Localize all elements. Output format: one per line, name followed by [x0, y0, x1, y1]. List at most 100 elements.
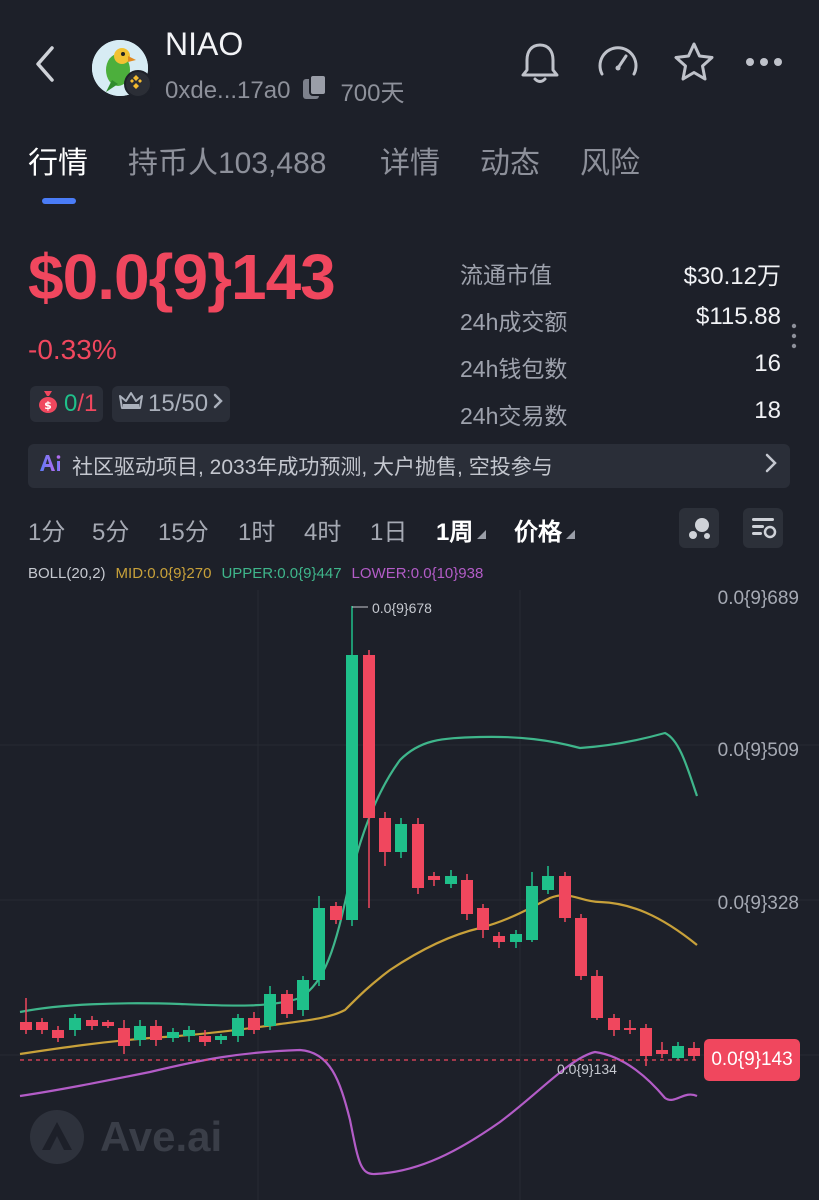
stat-label-wallets: 24h钱包数: [460, 356, 568, 382]
high-label: 0.0{9}678: [372, 600, 432, 616]
stats-more-icon[interactable]: [790, 322, 798, 355]
tab-market[interactable]: 行情: [28, 138, 88, 182]
candle-body: [20, 1022, 32, 1030]
candle-body: [264, 994, 276, 1026]
ai-summary-text: 社区驱动项目, 2033年成功预测, 大户抛售, 空投参与: [72, 456, 553, 479]
stat-value-volume: $115.88: [696, 303, 781, 330]
low-label: 0.0{9}134: [557, 1061, 617, 1077]
candle-body: [167, 1032, 179, 1038]
boll-mid: MID:0.0{9}270: [115, 565, 212, 582]
back-icon: [36, 46, 54, 82]
back-button[interactable]: [30, 44, 60, 89]
tab-holders[interactable]: 持币人103,488: [128, 138, 326, 182]
money-badge[interactable]: $ 0/1: [30, 386, 104, 422]
copy-icon[interactable]: [300, 72, 330, 109]
boll-legend: BOLL(20,2) MID:0.0{9}270 UPPER:0.0{9}447…: [28, 565, 483, 582]
candle-body: [591, 976, 603, 1018]
candle-body: [445, 876, 457, 884]
chart-type-price[interactable]: 价格: [514, 512, 576, 547]
price-change: -0.33%: [28, 334, 117, 365]
rank-value: 15/50: [148, 390, 209, 417]
money-bag-icon: $: [36, 388, 60, 421]
tab-bar: 行情 持币人103,488 详情 动态 风险: [0, 138, 819, 188]
candle-body: [624, 1028, 636, 1030]
stat-label-market-cap: 流通市值: [460, 262, 552, 288]
candle-body: [493, 936, 505, 942]
candle-body: [134, 1026, 146, 1040]
candle-body: [232, 1018, 244, 1036]
y-axis-label-top: 0.0{9}689: [717, 588, 799, 609]
current-price: $0.0{9}143: [28, 241, 336, 313]
more-button[interactable]: [744, 52, 784, 77]
chevron-right-icon: [764, 452, 778, 480]
money-count-b: /1: [77, 390, 98, 417]
bell-icon: [521, 43, 559, 83]
star-icon: [674, 42, 714, 81]
stat-label-volume: 24h成交额: [460, 309, 568, 335]
boll-lower: LOWER:0.0{10}938: [351, 565, 484, 582]
candle-body: [69, 1018, 81, 1030]
favorite-button[interactable]: [670, 40, 718, 91]
candle-body: [412, 824, 424, 888]
candle-body: [297, 980, 309, 1010]
tab-activity[interactable]: 动态: [480, 138, 540, 182]
watermark: Ave.ai: [28, 1108, 222, 1166]
tab-details[interactable]: 详情: [380, 138, 440, 182]
stat-value-wallets: 16: [754, 350, 781, 377]
candle-body: [542, 876, 554, 890]
candle-body: [656, 1050, 668, 1054]
contract-address: 0xde...17a0: [165, 76, 291, 104]
indicator-settings-button[interactable]: [679, 508, 719, 548]
timeframe-1w[interactable]: 1周: [436, 512, 487, 547]
candle-body: [330, 906, 342, 920]
current-price-tag: 0.0{9}143: [704, 1039, 800, 1081]
candle-body: [428, 876, 440, 880]
chart-settings-button[interactable]: [743, 508, 783, 548]
ai-summary-bar[interactable]: 社区驱动项目, 2033年成功预测, 大户抛售, 空投参与: [28, 444, 790, 488]
tab-risk[interactable]: 风险: [580, 138, 640, 182]
candle-body: [118, 1028, 130, 1046]
crown-icon: [118, 390, 144, 419]
candle-body: [346, 655, 358, 920]
alert-button[interactable]: [518, 40, 562, 91]
boll-name: BOLL(20,2): [28, 565, 106, 582]
candle-body: [52, 1030, 64, 1038]
candle-body: [461, 880, 473, 914]
timeframe-1h[interactable]: 1时: [238, 512, 275, 547]
timeframe-15m[interactable]: 15分: [158, 512, 209, 547]
candle-body: [313, 908, 325, 980]
gauge-icon: [598, 46, 638, 76]
svg-text:$: $: [44, 399, 52, 412]
rank-badge[interactable]: 15/50: [112, 386, 231, 422]
money-count-a: 0: [64, 390, 78, 417]
timeframe-4h[interactable]: 4时: [304, 512, 341, 547]
speed-button[interactable]: [594, 40, 642, 91]
timeframe-1d[interactable]: 1日: [370, 512, 407, 547]
candle-body: [526, 886, 538, 940]
candle-body: [215, 1036, 227, 1040]
candle-body: [199, 1036, 211, 1042]
token-meta: 0xde...17a0 700天: [165, 72, 404, 109]
candle-body: [395, 824, 407, 852]
candles: [20, 606, 700, 1066]
candle-body: [36, 1022, 48, 1030]
candle-body: [379, 818, 391, 852]
watermark-text: Ave.ai: [100, 1113, 223, 1160]
tab-active-indicator: [42, 198, 76, 204]
candle-body: [281, 994, 293, 1014]
candle-body: [559, 876, 571, 918]
candle-body: [672, 1046, 684, 1058]
chain-badge-icon: [124, 70, 152, 98]
candle-body: [183, 1030, 195, 1036]
token-age: 700天: [340, 80, 405, 107]
token-name: NIAO: [165, 26, 244, 62]
candle-body: [150, 1026, 162, 1040]
candle-body: [608, 1018, 620, 1030]
timeframe-1m[interactable]: 1分: [28, 512, 65, 547]
y-axis-label-mid: 0.0{9}509: [717, 740, 799, 761]
candle-body: [363, 655, 375, 818]
stat-value-market-cap: $30.12万: [683, 263, 781, 290]
timeframe-5m[interactable]: 5分: [92, 512, 129, 547]
boll-upper-line: [19, 731, 699, 1014]
y-axis-label-low: 0.0{9}328: [717, 893, 799, 914]
